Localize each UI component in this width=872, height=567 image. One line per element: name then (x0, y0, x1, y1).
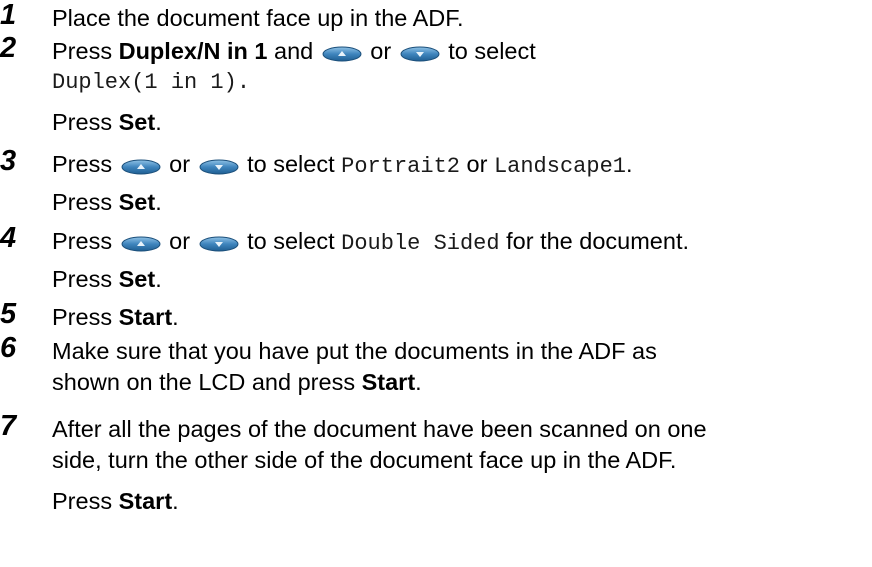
step-text: After all the pages of the document have… (52, 416, 707, 442)
step-text: Press Start. (52, 304, 179, 330)
press-set-line: Press Set. (52, 109, 162, 135)
lcd-text: Duplex(1 in 1). (52, 70, 251, 95)
up-arrow-button-icon (322, 46, 362, 62)
step-text: shown on the LCD and press Start. (52, 369, 422, 395)
step-number: 1 (0, 0, 17, 31)
step-text: Place the document face up in the ADF. (52, 5, 464, 31)
press-set-line: Press Set. (52, 266, 162, 292)
step-text: Make sure that you have put the document… (52, 338, 657, 364)
step-text: Press or to select Double Sided for the … (52, 228, 690, 256)
down-arrow-button-icon (400, 46, 440, 62)
press-start-line: Press Start. (52, 488, 179, 514)
duplex-key: Duplex/N in 1 (118, 38, 268, 64)
start-key: Start (361, 369, 416, 395)
down-arrow-button-icon (199, 159, 239, 175)
step-text: Press Duplex/N in 1 and or to select (52, 38, 536, 64)
step-number: 4 (0, 222, 17, 254)
step-number: 2 (0, 32, 17, 64)
lcd-text: Portrait2 (341, 154, 460, 179)
start-key: Start (118, 488, 173, 514)
set-key: Set (118, 109, 156, 135)
start-key: Start (118, 304, 173, 330)
lcd-text: Double Sided (341, 231, 500, 256)
step-number: 6 (0, 332, 17, 364)
set-key: Set (118, 189, 156, 215)
step-number: 7 (0, 410, 17, 442)
down-arrow-button-icon (199, 236, 239, 252)
press-set-line: Press Set. (52, 189, 162, 215)
step-number: 3 (0, 145, 17, 177)
lcd-text: Landscape1 (493, 154, 626, 179)
step-text: Press or to select Portrait2 or Landscap… (52, 151, 633, 179)
set-key: Set (118, 266, 156, 292)
up-arrow-button-icon (121, 159, 161, 175)
step-number: 5 (0, 298, 17, 330)
up-arrow-button-icon (121, 236, 161, 252)
manual-page: 1 Place the document face up in the ADF.… (0, 0, 872, 567)
step-text: side, turn the other side of the documen… (52, 447, 677, 473)
